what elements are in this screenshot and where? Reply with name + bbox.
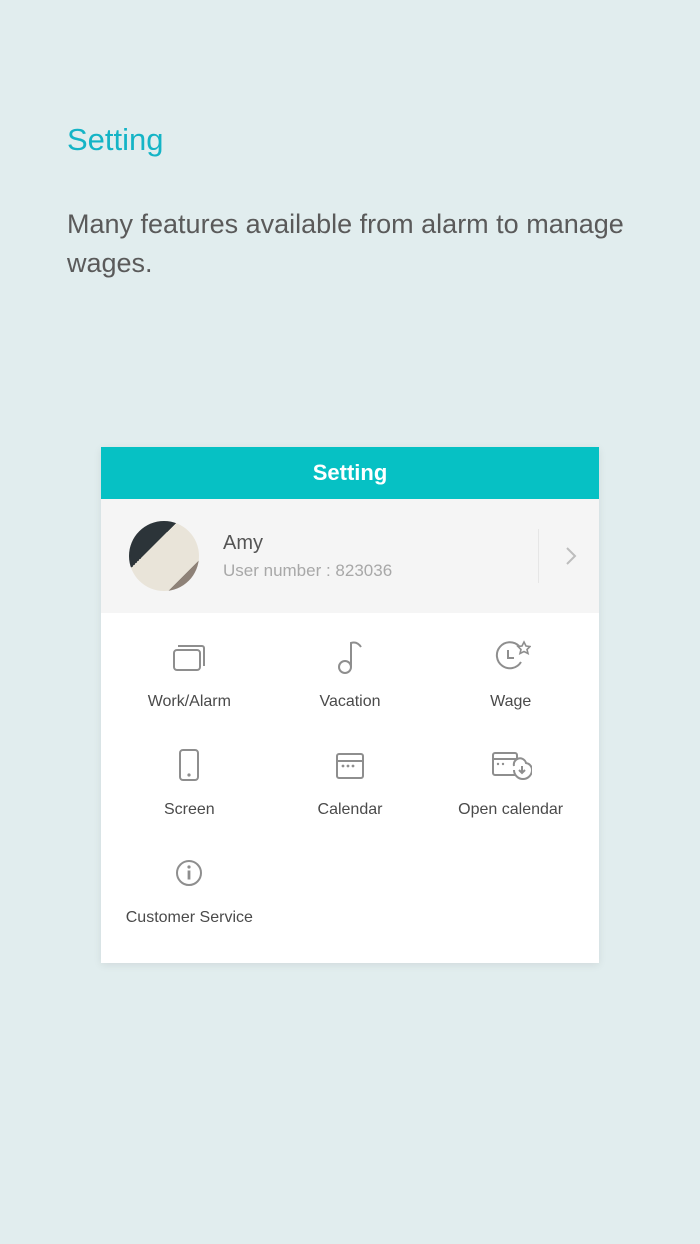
- divider: [538, 529, 539, 583]
- grid-item-label: Open calendar: [458, 801, 563, 819]
- grid-item-vacation[interactable]: Vacation: [270, 631, 431, 717]
- grid-item-open-calendar[interactable]: Open calendar: [430, 739, 591, 825]
- grid-item-calendar[interactable]: Calendar: [270, 739, 431, 825]
- phone-icon: [177, 745, 201, 785]
- calendar-download-icon: [490, 745, 532, 785]
- grid-item-label: Screen: [164, 801, 215, 819]
- grid-item-customer-service[interactable]: Customer Service: [109, 847, 270, 933]
- grid-item-screen[interactable]: Screen: [109, 739, 270, 825]
- grid-item-label: Customer Service: [126, 909, 253, 927]
- profile-user-number: User number : 823036: [223, 561, 392, 581]
- profile-row[interactable]: Amy User number : 823036: [101, 499, 599, 613]
- grid-item-label: Calendar: [318, 801, 383, 819]
- music-note-icon: [337, 637, 363, 677]
- page-title: Setting: [67, 122, 164, 158]
- settings-card: Setting Amy User number : 823036 Work/Al…: [101, 447, 599, 963]
- info-icon: [174, 853, 204, 893]
- chevron-right-icon: [565, 546, 577, 566]
- settings-grid: Work/Alarm Vacation Wage: [101, 613, 599, 963]
- avatar: [129, 521, 199, 591]
- calendar-icon: [334, 745, 366, 785]
- profile-text: Amy User number : 823036: [223, 532, 392, 581]
- clock-star-icon: [491, 637, 531, 677]
- stack-icon: [172, 637, 206, 677]
- grid-item-label: Wage: [490, 693, 531, 711]
- grid-item-label: Work/Alarm: [148, 693, 231, 711]
- card-header: Setting: [101, 447, 599, 499]
- grid-item-work-alarm[interactable]: Work/Alarm: [109, 631, 270, 717]
- grid-item-label: Vacation: [319, 693, 380, 711]
- page-description: Many features available from alarm to ma…: [67, 205, 627, 283]
- profile-name: Amy: [223, 532, 392, 555]
- grid-item-wage[interactable]: Wage: [430, 631, 591, 717]
